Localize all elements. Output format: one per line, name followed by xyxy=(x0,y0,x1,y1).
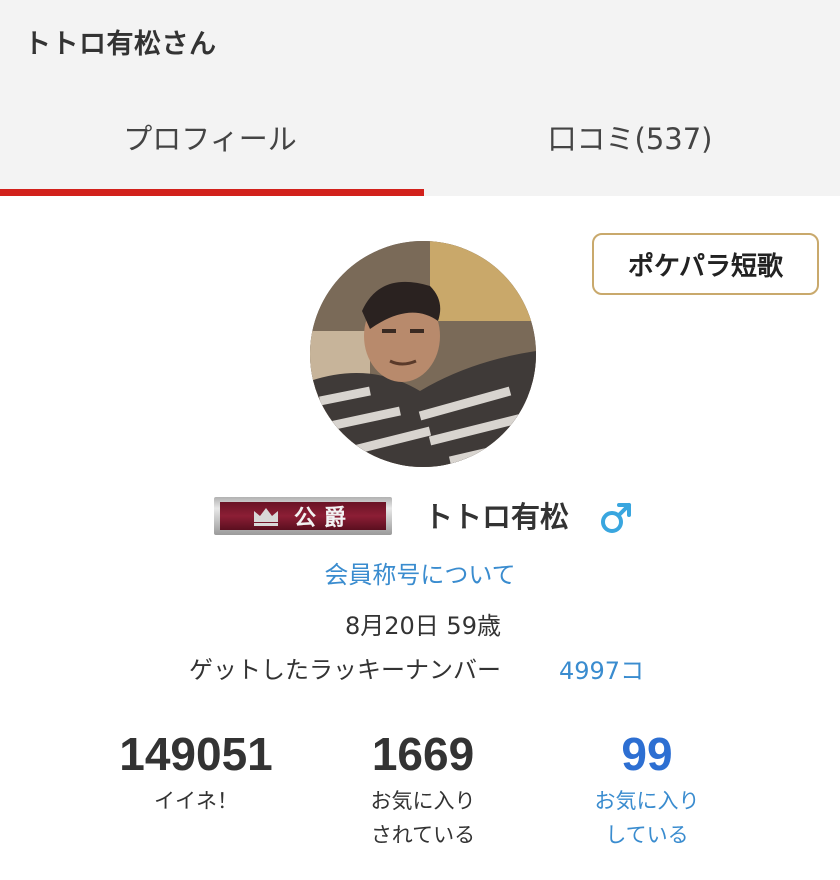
rank-badge: 公爵 xyxy=(214,497,392,535)
likes-label: イイネ！ xyxy=(154,789,238,813)
lucky-number-label: ゲットしたラッキーナンバー xyxy=(189,656,501,684)
crown-icon xyxy=(253,508,278,526)
favorited-label-line1: お気に入り xyxy=(370,789,476,813)
lucky-number-value[interactable]: 4997コ xyxy=(559,651,644,686)
favoriting-label-line1[interactable]: お気に入り xyxy=(527,784,767,818)
favoriting-label-line2[interactable]: している xyxy=(527,818,767,852)
male-symbol-icon xyxy=(601,503,631,533)
rank-badge-inner: 公爵 xyxy=(220,502,386,531)
page-title: トトロ有松さん xyxy=(24,29,217,60)
active-tab-indicator xyxy=(0,189,424,196)
rank-label: 公爵 xyxy=(293,505,354,531)
stat-likes: 149051 イイネ！ xyxy=(76,728,316,818)
birthday-age: 8月20日 59歳 xyxy=(345,612,501,640)
favoriting-label[interactable]: お気に入り している xyxy=(527,784,767,852)
likes-count: 149051 xyxy=(119,728,273,780)
stat-favoriting[interactable]: 99 お気に入り している xyxy=(527,728,767,852)
favoriting-count[interactable]: 99 xyxy=(527,728,767,780)
username: トトロ有松 xyxy=(424,500,570,534)
member-title-link[interactable]: 会員称号について xyxy=(0,555,840,590)
header-area: トトロ有松さん プロフィール 口コミ(537) xyxy=(0,0,840,196)
tab-reviews[interactable]: 口コミ(537) xyxy=(420,112,840,162)
stat-favorited: 1669 お気に入り されている xyxy=(303,728,543,852)
favorited-label-line2: されている xyxy=(370,823,476,847)
tab-profile[interactable]: プロフィール xyxy=(0,112,420,162)
avatar[interactable] xyxy=(310,241,536,467)
favorited-count: 1669 xyxy=(371,728,475,780)
user-avatar-photo xyxy=(310,241,536,467)
pokepara-tanka-button[interactable]: ポケパラ短歌 xyxy=(592,233,819,295)
favorited-label: お気に入り されている xyxy=(303,784,543,852)
